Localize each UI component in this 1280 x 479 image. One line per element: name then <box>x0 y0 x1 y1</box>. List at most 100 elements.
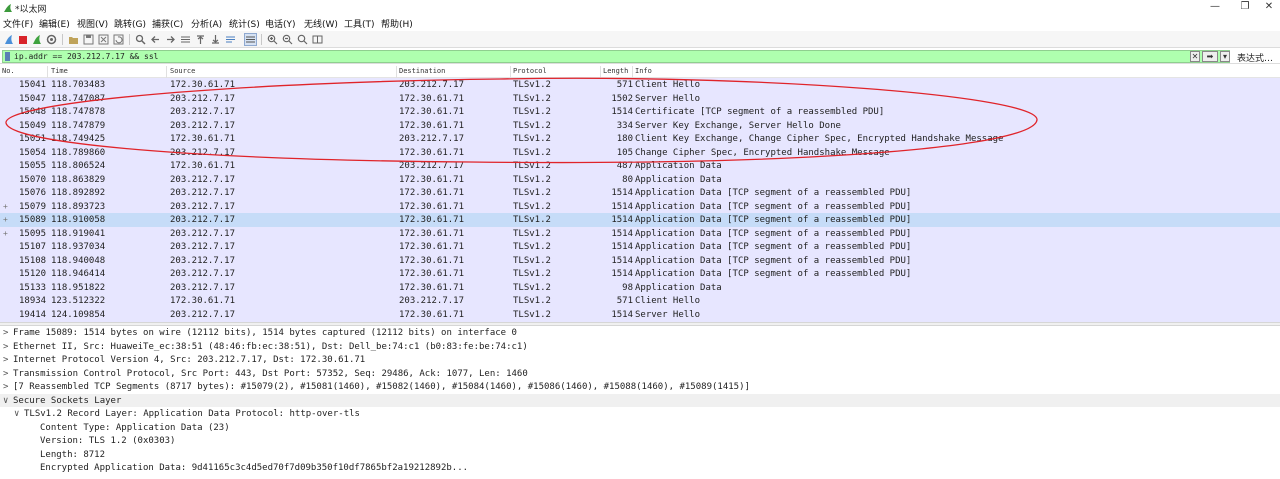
column-header-destination[interactable]: Destination <box>399 67 445 75</box>
detail-tree-item[interactable]: Encrypted Application Data: 9d41165c3c4d… <box>0 461 1280 475</box>
packet-protocol: TLSv1.2 <box>513 282 551 293</box>
detail-text: Transmission Control Protocol, Src Port:… <box>13 368 528 379</box>
packet-info: Server Hello <box>635 309 701 320</box>
packet-row[interactable]: 15051 118.749425 172.30.61.71 203.212.7.17 T… <box>0 132 1280 146</box>
start-capture-icon[interactable] <box>2 33 15 46</box>
menu-capture[interactable]: 捕获(C) <box>152 17 183 30</box>
menu-analyze[interactable]: 分析(A) <box>191 17 222 30</box>
packet-number: 15095 <box>19 228 47 239</box>
menu-telephony[interactable]: 电话(Y) <box>265 17 296 30</box>
menu-help[interactable]: 帮助(H) <box>381 17 413 30</box>
display-filter-input[interactable]: ip.addr == 203.212.7.17 && ssl <box>2 50 1230 63</box>
expand-arrow-icon[interactable]: > <box>3 327 11 339</box>
packet-row[interactable]: 19414 124.109854 203.212.7.17 172.30.61.71 T… <box>0 308 1280 322</box>
go-back-icon[interactable] <box>149 33 162 46</box>
collapse-arrow-icon[interactable]: ∨ <box>3 395 11 407</box>
detail-tree-item[interactable]: Version: TLS 1.2 (0x0303) <box>0 434 1280 448</box>
detail-tree-item[interactable]: > [7 Reassembled TCP Segments (8717 bytes… <box>0 380 1280 394</box>
column-header-protocol[interactable]: Protocol <box>513 67 547 75</box>
expand-arrow-icon[interactable]: > <box>3 354 11 366</box>
packet-row[interactable]: 15108 118.940048 203.212.7.17 172.30.61.71 T… <box>0 254 1280 268</box>
detail-text: Length: 8712 <box>40 449 106 460</box>
restart-capture-icon[interactable] <box>30 33 43 46</box>
normal-size-icon[interactable] <box>296 33 309 46</box>
go-forward-icon[interactable] <box>164 33 177 46</box>
column-header-time[interactable]: Time <box>51 67 68 75</box>
packet-row[interactable]: 15120 118.946414 203.212.7.17 172.30.61.71 T… <box>0 267 1280 281</box>
packet-row[interactable]: 15107 118.937034 203.212.7.17 172.30.61.71 T… <box>0 240 1280 254</box>
column-header-no[interactable]: No. <box>2 67 15 75</box>
packet-source: 203.212.7.17 <box>170 174 236 185</box>
menu-wireless[interactable]: 无线(W) <box>304 17 338 30</box>
zoom-in-icon[interactable] <box>266 33 279 46</box>
packet-protocol: TLSv1.2 <box>513 269 551 279</box>
packet-row[interactable]: 15054 118.789860 203.212.7.17 172.30.61.71 T… <box>0 146 1280 160</box>
first-packet-icon[interactable] <box>194 33 207 46</box>
display-filter-text: ip.addr == 203.212.7.17 && ssl <box>14 52 159 61</box>
packet-number: 15049 <box>19 120 47 131</box>
colorize-icon[interactable] <box>244 33 257 46</box>
detail-tree-item[interactable]: > Frame 15089: 1514 bytes on wire (12112 … <box>0 326 1280 340</box>
detail-tree-item[interactable]: > Internet Protocol Version 4, Src: 203.2… <box>0 353 1280 367</box>
packet-time: 118.789860 <box>51 147 106 158</box>
menu-statistics[interactable]: 统计(S) <box>229 17 260 30</box>
packet-destination: 203.212.7.17 <box>399 296 465 306</box>
packet-source: 203.212.7.17 <box>170 309 236 320</box>
column-header-info[interactable]: Info <box>635 67 652 75</box>
packet-row[interactable]: 18934 123.512322 172.30.61.71 203.212.7.17 T… <box>0 294 1280 308</box>
packet-length: 1514 <box>611 309 633 320</box>
detail-tree-item[interactable]: Content Type: Application Data (23) <box>0 421 1280 435</box>
clear-filter-icon[interactable]: ✕ <box>1190 51 1200 62</box>
expand-arrow-icon[interactable]: > <box>3 341 11 353</box>
expand-arrow-icon[interactable]: > <box>3 368 11 380</box>
expand-arrow-icon[interactable]: > <box>3 381 11 393</box>
detail-tree-item[interactable]: ∨ TLSv1.2 Record Layer: Application Data … <box>0 407 1280 421</box>
close-button[interactable]: ✕ <box>1254 0 1280 16</box>
detail-tree-item[interactable]: Length: 8712 <box>0 448 1280 462</box>
collapse-arrow-icon[interactable]: ∨ <box>14 408 22 420</box>
packet-row[interactable]: 15070 118.863829 203.212.7.17 172.30.61.71 T… <box>0 173 1280 187</box>
minimize-button[interactable]: — <box>1200 0 1230 16</box>
filter-history-chevron-down-icon[interactable]: ▾ <box>1220 51 1230 62</box>
capture-options-icon[interactable] <box>45 33 58 46</box>
stop-capture-icon[interactable] <box>16 33 29 46</box>
packet-row[interactable]: +15095 118.919041 203.212.7.17 172.30.61.71… <box>0 227 1280 241</box>
menu-file[interactable]: 文件(F) <box>3 17 33 30</box>
detail-tree-item[interactable]: > Ethernet II, Src: HuaweiTe_ec:38:51 (48… <box>0 340 1280 354</box>
column-header-source[interactable]: Source <box>170 67 195 75</box>
last-packet-icon[interactable] <box>209 33 222 46</box>
open-file-icon[interactable] <box>67 33 80 46</box>
autoscroll-icon[interactable] <box>224 33 237 46</box>
menu-tools[interactable]: 工具(T) <box>344 17 375 30</box>
packet-row[interactable]: 15041 118.703483 172.30.61.71 203.212.7.17 T… <box>0 78 1280 92</box>
detail-tree-item[interactable]: > Transmission Control Protocol, Src Port… <box>0 367 1280 381</box>
packet-source: 203.212.7.17 <box>170 188 236 198</box>
packet-info: Application Data <box>635 161 722 171</box>
packet-source: 203.212.7.17 <box>170 147 236 158</box>
bookmark-icon[interactable] <box>5 52 10 61</box>
reload-file-icon[interactable] <box>112 33 125 46</box>
packet-row[interactable]: 15048 118.747878 203.212.7.17 172.30.61.71 T… <box>0 105 1280 119</box>
packet-row[interactable]: 15049 118.747879 203.212.7.17 172.30.61.71 T… <box>0 119 1280 133</box>
zoom-out-icon[interactable] <box>281 33 294 46</box>
packet-time: 118.747878 <box>51 107 106 117</box>
detail-tree-item[interactable]: ∨ Secure Sockets Layer <box>0 393 1280 407</box>
go-to-packet-icon[interactable] <box>179 33 192 46</box>
packet-number: 15047 <box>19 93 47 104</box>
expression-button[interactable]: 表达式… <box>1237 51 1273 64</box>
close-file-icon[interactable] <box>97 33 110 46</box>
menu-edit[interactable]: 编辑(E) <box>39 17 70 30</box>
save-file-icon[interactable] <box>82 33 95 46</box>
packet-row[interactable]: 15047 118.747087 203.212.7.17 172.30.61.71 T… <box>0 92 1280 106</box>
column-header-length[interactable]: Length <box>603 67 628 75</box>
menu-go[interactable]: 跳转(G) <box>114 17 146 30</box>
find-packet-icon[interactable] <box>134 33 147 46</box>
resize-columns-icon[interactable] <box>311 33 324 46</box>
menu-view[interactable]: 视图(V) <box>77 17 108 30</box>
packet-row[interactable]: 15133 118.951822 203.212.7.17 172.30.61.71 T… <box>0 281 1280 295</box>
packet-row[interactable]: 15055 118.806524 172.30.61.71 203.212.7.17 T… <box>0 159 1280 173</box>
packet-row[interactable]: +15089 118.910058 203.212.7.17 172.30.61.71… <box>0 213 1280 227</box>
packet-row[interactable]: 15076 118.892892 203.212.7.17 172.30.61.71 T… <box>0 186 1280 200</box>
apply-filter-icon[interactable]: ➡ <box>1202 51 1218 62</box>
packet-row[interactable]: +15079 118.893723 203.212.7.17 172.30.61.71… <box>0 200 1280 214</box>
